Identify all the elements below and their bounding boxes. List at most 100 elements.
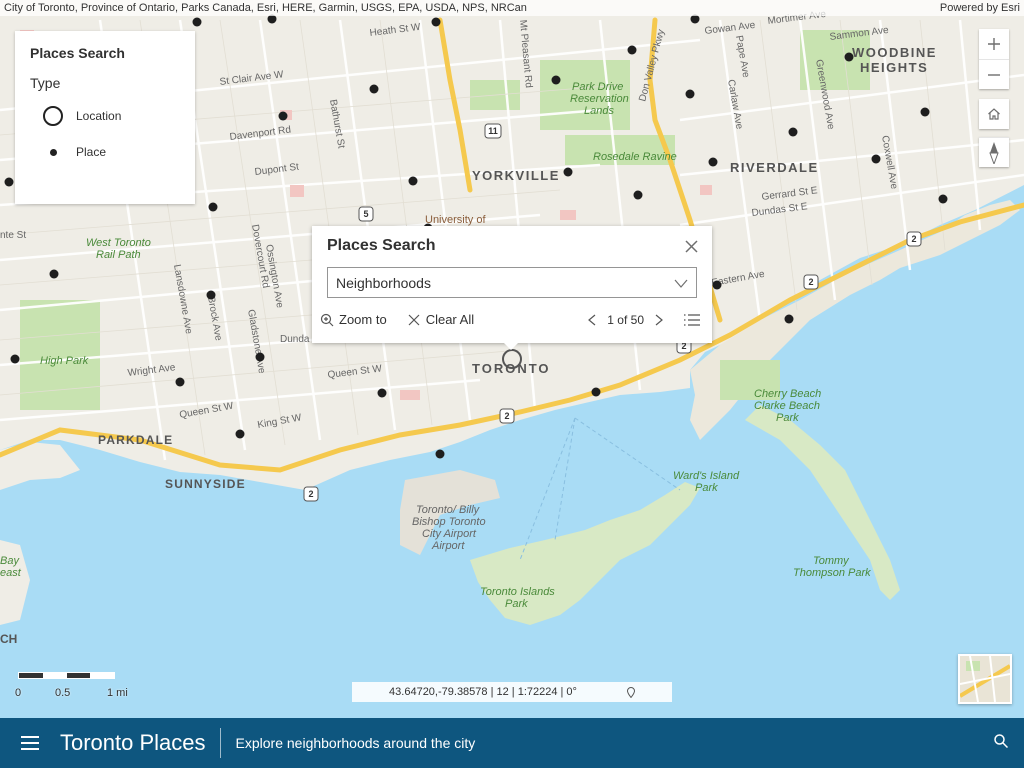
left-shore	[0, 540, 30, 625]
legend-item-label: Location	[76, 109, 122, 123]
home-button[interactable]	[979, 99, 1009, 129]
legend-item-place: Place	[30, 141, 180, 163]
label-riverdale: RIVERDALE	[730, 160, 819, 175]
attribution-bar: City of Toronto, Province of Ontario, Pa…	[0, 0, 1024, 16]
attribution-text: City of Toronto, Province of Ontario, Pa…	[4, 2, 527, 14]
coordinate-readout: 43.64720,-79.38578 | 12 | 1:72224 | 0°	[352, 682, 672, 702]
plus-icon	[988, 38, 1000, 50]
route-shield-5: 5	[358, 206, 374, 222]
route-shield-11: 11	[484, 123, 502, 139]
label-bay: Bay	[0, 555, 20, 567]
select-value: Neighborhoods	[336, 274, 431, 291]
svg-text:5: 5	[363, 209, 368, 219]
label-ste: nte St	[0, 230, 26, 241]
app-title: Toronto Places	[60, 728, 221, 758]
label-tommy: Tommy	[813, 555, 850, 567]
legend-item-location: Location	[30, 105, 180, 127]
basemap-toggle[interactable]	[958, 654, 1012, 704]
label-reservation: Reservation	[570, 93, 629, 105]
label-tommy-park: Thompson Park	[793, 567, 871, 579]
page-indicator: 1 of 50	[607, 312, 644, 327]
compass-icon	[989, 141, 999, 164]
location-pin-icon[interactable]	[626, 686, 635, 698]
label-wards-island: Ward's Island	[673, 470, 740, 482]
home-icon	[988, 108, 1000, 120]
label-dundas-w: Dunda	[280, 334, 310, 345]
label-clarke-beach: Clarke Beach	[754, 400, 820, 412]
label-rosedale-ravine: Rosedale Ravine	[593, 151, 677, 163]
app-subtitle: Explore neighborhoods around the city	[235, 735, 476, 751]
minus-icon	[988, 73, 1000, 76]
label-sunnyside: SUNNYSIDE	[165, 477, 246, 491]
ring-symbol-icon	[30, 106, 76, 126]
label-airport-1: Toronto/ Billy	[416, 504, 481, 516]
search-icon	[994, 733, 1009, 748]
label-lands: Lands	[584, 105, 614, 117]
powered-by-esri[interactable]: Powered by Esri	[940, 2, 1020, 14]
menu-button[interactable]	[0, 736, 60, 750]
zoom-out-button[interactable]	[979, 59, 1009, 89]
label-heights: HEIGHTS	[860, 60, 928, 75]
route-shield-2: 2	[303, 486, 319, 502]
label-yorkville: YORKVILLE	[472, 168, 560, 183]
menu-icon	[21, 736, 39, 750]
next-page-icon[interactable]	[654, 314, 664, 326]
zoom-to-icon	[320, 313, 334, 326]
popup-pager: 1 of 50	[587, 313, 700, 327]
svg-text:2: 2	[308, 489, 313, 499]
popup-actions: Zoom to Clear All 1 of 50	[320, 312, 700, 327]
list-icon[interactable]	[684, 313, 700, 326]
legend-item-label: Place	[76, 145, 107, 159]
label-ch: CH	[0, 632, 17, 646]
label-east: east	[0, 567, 22, 579]
label-airport-4: Airport	[431, 540, 465, 552]
scale-line	[18, 672, 115, 679]
close-icon	[685, 240, 698, 253]
route-shield-2: 2	[803, 274, 819, 290]
popup-pointer	[503, 342, 519, 350]
clear-all-action[interactable]: Clear All	[407, 312, 474, 327]
clear-all-icon	[408, 314, 420, 325]
label-park-drive: Park Drive	[572, 81, 623, 93]
svg-text:2: 2	[911, 234, 916, 244]
label-islands: Toronto Islands	[480, 586, 555, 598]
popup-title: Places Search	[327, 237, 436, 254]
label-high-park: High Park	[40, 355, 89, 367]
dot-symbol-icon	[30, 148, 76, 156]
label-wards-park: Park	[695, 482, 718, 494]
zoom-in-button[interactable]	[979, 29, 1009, 59]
label-cherry-beach: Cherry Beach	[754, 388, 821, 400]
legend-panel: Places Search Type Location Place	[15, 31, 195, 204]
label-university: University of	[425, 214, 486, 226]
route-shield-2: 2	[499, 408, 515, 424]
label-cherry-park: Park	[776, 412, 799, 424]
label-airport-3: City Airport	[422, 528, 477, 540]
route-shield-2: 2	[906, 231, 922, 247]
scale-label: 0	[15, 687, 22, 699]
legend-title: Places Search	[30, 45, 125, 61]
label-woodbine: WOODBINE	[852, 45, 937, 60]
scale-label: 1 mi	[107, 687, 128, 699]
search-button[interactable]	[994, 733, 1009, 753]
zoom-to-label: Zoom to	[339, 312, 387, 327]
svg-text:2: 2	[504, 411, 509, 421]
close-button[interactable]	[685, 236, 698, 259]
zoom-controls	[979, 29, 1009, 89]
label-rail-path: Rail Path	[96, 249, 141, 261]
label-parkdale: PARKDALE	[98, 433, 173, 447]
zoom-to-action[interactable]: Zoom to	[320, 312, 387, 327]
label-airport-2: Bishop Toronto	[412, 516, 486, 528]
places-search-popup: Places Search Neighborhoods Zoom to Clea…	[312, 226, 712, 343]
compass-button[interactable]	[979, 137, 1009, 167]
svg-text:11: 11	[488, 126, 498, 136]
scale-bar: 0 0.5 1 mi	[15, 672, 128, 704]
coordinate-text: 43.64720,-79.38578 | 12 | 1:72224 | 0°	[389, 686, 577, 698]
prev-page-icon[interactable]	[587, 314, 597, 326]
chevron-down-icon	[674, 279, 688, 288]
svg-text:2: 2	[808, 277, 813, 287]
legend-subtitle: Type	[30, 75, 61, 91]
scale-label: 0.5	[55, 687, 71, 699]
app-header-bar: Toronto Places Explore neighborhoods aro…	[0, 718, 1024, 768]
label-west-toronto: West Toronto	[86, 237, 151, 249]
place-type-select[interactable]: Neighborhoods	[327, 267, 697, 298]
